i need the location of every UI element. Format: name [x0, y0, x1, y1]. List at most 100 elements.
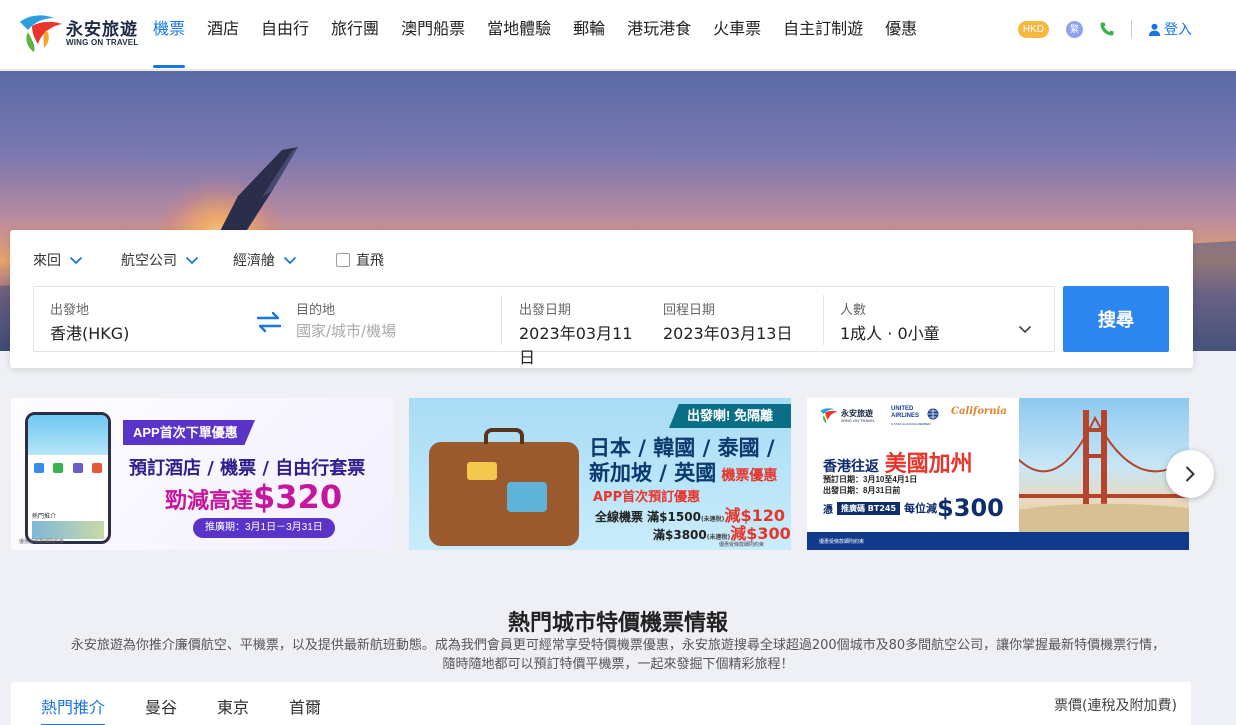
- carousel-next-button[interactable]: [1166, 450, 1214, 498]
- globe-icon: [927, 408, 939, 420]
- language-icon[interactable]: 繁: [1066, 20, 1083, 38]
- trip-type-dropdown[interactable]: 來回: [33, 250, 83, 270]
- flight-search-panel: 來回 航空公司 經濟艙 直飛 出發地 香港(HKG) 目的地 國家/城市/機場 …: [10, 230, 1193, 368]
- swap-arrows-icon[interactable]: [256, 311, 282, 333]
- suitcase-illustration: [429, 428, 579, 546]
- origin-value: 香港(HKG): [50, 324, 130, 343]
- top-header: 永安旅遊 WING ON TRAVEL 機票 酒店 自由行 旅行團 澳門船票 當…: [0, 0, 1236, 70]
- cabin-class-label: 經濟艙: [233, 253, 275, 269]
- bridge-icon: [1017, 410, 1189, 550]
- suitcase-sticker: [467, 462, 497, 480]
- nav-tours[interactable]: 旅行團: [320, 0, 390, 70]
- passengers-field[interactable]: 人數 1成人 · 0小童: [824, 287, 1054, 351]
- phone-section-label: 熱門推介: [32, 514, 57, 520]
- promo-banner-california[interactable]: 永安旅遊 WING ON TRAVEL UNITED AIRLINES A ST…: [807, 398, 1189, 550]
- nav-train-tickets[interactable]: 火車票: [702, 0, 772, 70]
- california-bottom-bar: 優惠受條款細則約束: [807, 532, 1189, 550]
- wing-on-logo[interactable]: 永安旅遊 WING ON TRAVEL: [18, 10, 138, 54]
- united-airlines-subtitle: A STAR ALLIANCE MEMBER: [891, 422, 931, 426]
- login-link[interactable]: 登入: [1148, 19, 1192, 39]
- phone-screen-banner: [28, 415, 108, 455]
- origin-field[interactable]: 出發地 香港(HKG): [34, 287, 249, 351]
- flight-deal-tag-text: 出發喇! 免隔離: [687, 408, 773, 423]
- phone-icon[interactable]: [1099, 21, 1115, 37]
- airline-dropdown[interactable]: 航空公司: [121, 250, 199, 270]
- app-promo-fineprint: 優惠受條款細則約束: [19, 539, 65, 545]
- chevron-down-icon: [283, 256, 297, 264]
- depart-date-label: 出發日期: [519, 303, 572, 318]
- header-separator: [1131, 20, 1132, 38]
- nav-custom-tours[interactable]: 自主訂制遊: [772, 0, 874, 70]
- section-title: 熱門城市特價機票情報: [507, 611, 728, 636]
- logo-text-en: WING ON TRAVEL: [66, 38, 139, 47]
- promo-banner-app-first-order[interactable]: 熱門推介 APP首次下單優惠 預訂酒店 / 機票 / 自由行套票 勁減高達$32…: [11, 398, 393, 550]
- california-logo: California: [951, 406, 1007, 417]
- tab-bangkok[interactable]: 曼谷: [145, 694, 177, 718]
- city-tabs: 熱門推介 曼谷 東京 首爾 票價(連稅及附加費): [11, 682, 1191, 725]
- small-logo-text-en: WING ON TRAVEL: [841, 418, 876, 423]
- suitcase-sticker: [507, 482, 547, 512]
- return-date-field[interactable]: 回程日期 2023年03月13日: [646, 287, 822, 351]
- california-left-panel: 永安旅遊 WING ON TRAVEL UNITED AIRLINES A ST…: [807, 398, 1019, 550]
- app-promo-tag-text: APP首次下單優惠: [133, 425, 238, 440]
- tab-hot-picks[interactable]: 熱門推介: [41, 694, 106, 725]
- flight-deal-tag: 出發喇! 免隔離: [669, 404, 791, 428]
- origin-label: 出發地: [50, 303, 90, 318]
- nav-hotels[interactable]: 酒店: [196, 0, 250, 70]
- search-button[interactable]: 搜尋: [1063, 286, 1169, 352]
- login-label: 登入: [1164, 21, 1192, 37]
- destination-field[interactable]: 目的地 國家/城市/機場: [284, 287, 499, 351]
- flight-deal-fineprint: 優惠受條款細則約束: [719, 542, 765, 548]
- nav-offers[interactable]: 優惠: [874, 0, 928, 70]
- nav-flights[interactable]: 機票: [142, 0, 196, 70]
- app-promo-period: 推廣期：3月1日－3月31日: [193, 518, 335, 538]
- destination-placeholder: 國家/城市/機場: [296, 322, 397, 340]
- return-date-value: 2023年03月13日: [663, 324, 793, 343]
- california-fineprint: 優惠受條款細則約束: [819, 539, 865, 545]
- golden-gate-photo: [1017, 398, 1189, 550]
- airline-label: 航空公司: [121, 253, 177, 269]
- chevron-down-icon: [1018, 325, 1032, 334]
- currency-badge[interactable]: HKD: [1017, 20, 1049, 38]
- app-promo-tag: APP首次下單優惠: [123, 420, 255, 445]
- wing-on-logo-icon: [20, 15, 62, 52]
- phone-mockup: 熱門推介: [25, 412, 111, 544]
- return-date-label: 回程日期: [663, 303, 716, 318]
- nav-free-travel[interactable]: 自由行: [250, 0, 320, 70]
- main-nav: 機票 酒店 自由行 旅行團 澳門船票 當地體驗 郵輪 港玩港食 火車票 自主訂制…: [142, 0, 928, 70]
- cabin-class-dropdown[interactable]: 經濟艙: [233, 250, 297, 270]
- user-icon: [1148, 23, 1161, 36]
- phone-app-icons: [34, 463, 102, 481]
- app-promo-line2: 勁減高達$320: [165, 478, 343, 516]
- nav-macau-ferry[interactable]: 澳門船票: [390, 0, 476, 70]
- tab-seoul[interactable]: 首爾: [289, 694, 321, 718]
- price-note: 票價(連稅及附加費): [1054, 698, 1177, 714]
- chevron-right-icon: [1185, 466, 1195, 482]
- flight-deal-line2: 新加坡 / 英國 機票優惠: [589, 461, 778, 485]
- passengers-label: 人數: [840, 303, 867, 318]
- depart-date-value: 2023年03月11日: [519, 324, 633, 367]
- phone-photo-strip: [32, 521, 104, 539]
- california-book-date: 預訂日期：3月10至4月1日: [823, 475, 918, 484]
- chevron-down-icon: [69, 256, 83, 264]
- depart-date-field[interactable]: 出發日期 2023年03月11日: [502, 287, 644, 367]
- section-description: 永安旅遊為你推介廉價航空、平機票，以及提供最新航班動態。成為我們會員更可經常享受…: [70, 638, 1166, 672]
- nav-cruises[interactable]: 郵輪: [562, 0, 616, 70]
- logo-text-cn: 永安旅遊: [66, 20, 138, 40]
- destination-label: 目的地: [296, 303, 336, 318]
- header-utilities: HKD 繁 登入: [1017, 18, 1192, 40]
- chevron-down-icon: [185, 256, 199, 264]
- california-promo-code: 憑 推廣碼 BT245 每位減 $300: [823, 494, 1004, 522]
- checkbox-box[interactable]: [336, 253, 350, 267]
- nav-local-experiences[interactable]: 當地體驗: [476, 0, 562, 70]
- direct-flight-label: 直飛: [356, 253, 384, 269]
- suitcase-handle: [484, 428, 524, 444]
- app-promo-line1: 預訂酒店 / 機票 / 自由行套票: [129, 458, 366, 479]
- tab-tokyo[interactable]: 東京: [217, 694, 249, 718]
- wing-on-logo-icon: [820, 408, 838, 424]
- nav-hk-fun[interactable]: 港玩港食: [616, 0, 702, 70]
- united-airlines-logo: UNITED AIRLINES: [891, 406, 920, 419]
- search-fields: 出發地 香港(HKG) 目的地 國家/城市/機場 出發日期 2023年03月11…: [33, 286, 1055, 367]
- direct-flight-checkbox[interactable]: 直飛: [336, 250, 384, 270]
- promo-banner-flight-deals[interactable]: 出發喇! 免隔離 日本 / 韓國 / 泰國 / 新加坡 / 英國 機票優惠 AP…: [409, 398, 791, 550]
